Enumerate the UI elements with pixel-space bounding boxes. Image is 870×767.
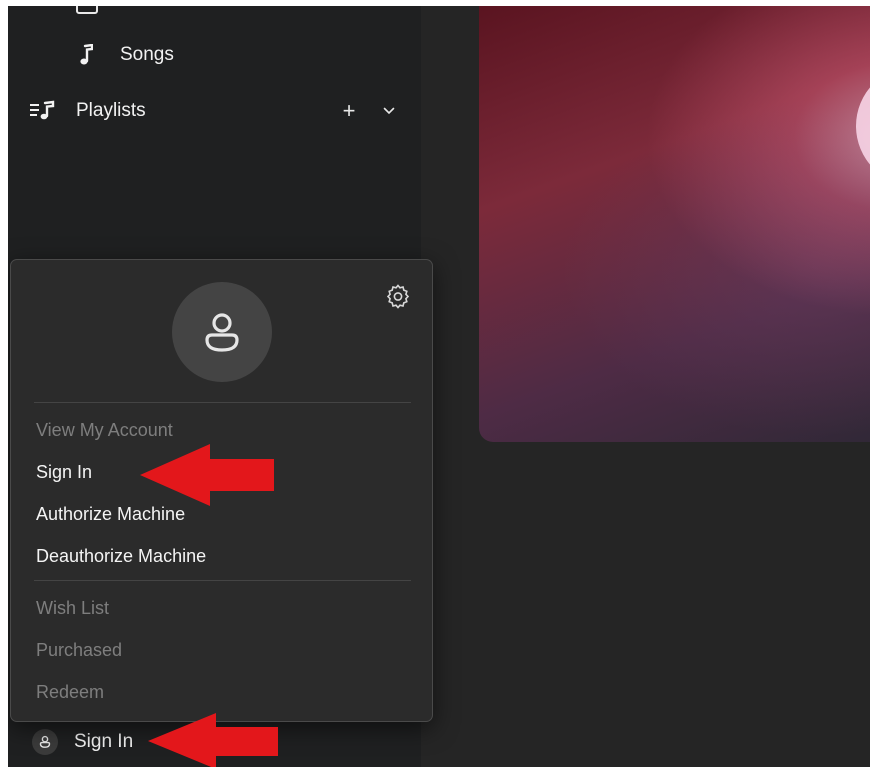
main-content (421, 6, 870, 767)
music-note-icon (76, 44, 96, 66)
chevron-down-icon[interactable] (375, 107, 403, 115)
sidebar-item-label: Playlists (76, 100, 146, 121)
add-playlist-button[interactable]: + (335, 96, 363, 126)
menu-item-purchased: Purchased (36, 640, 123, 660)
playlist-icon (28, 100, 56, 122)
album-artwork[interactable] (479, 6, 870, 442)
sidebar-item-label: Songs (120, 44, 174, 65)
menu-item-sign-in[interactable]: Sign In (36, 460, 92, 484)
menu-divider (34, 580, 411, 581)
sidebar-sign-in-button[interactable]: Sign In (32, 728, 133, 756)
menu-divider (34, 402, 411, 403)
artwork-highlight (856, 66, 870, 186)
avatar (172, 282, 272, 382)
menu-item-wish-list: Wish List (36, 598, 110, 618)
person-icon (32, 729, 58, 755)
sign-in-label: Sign In (74, 731, 134, 752)
annotation-arrow-icon (148, 713, 278, 767)
sidebar-item-playlists[interactable]: Playlists + (28, 96, 403, 126)
menu-item-redeem: Redeem (36, 682, 105, 702)
person-icon (205, 313, 239, 352)
library-item-icon (76, 6, 98, 14)
sidebar-item-songs[interactable]: Songs (76, 40, 174, 70)
gear-icon[interactable] (384, 282, 412, 310)
music-app-window: Songs Playlists + Sign In View My Accoun… (8, 6, 870, 767)
menu-item-view-my-account: View My Account (36, 420, 173, 440)
annotation-arrow-icon (140, 444, 274, 506)
menu-item-deauthorize-machine[interactable]: Deauthorize Machine (36, 544, 206, 568)
